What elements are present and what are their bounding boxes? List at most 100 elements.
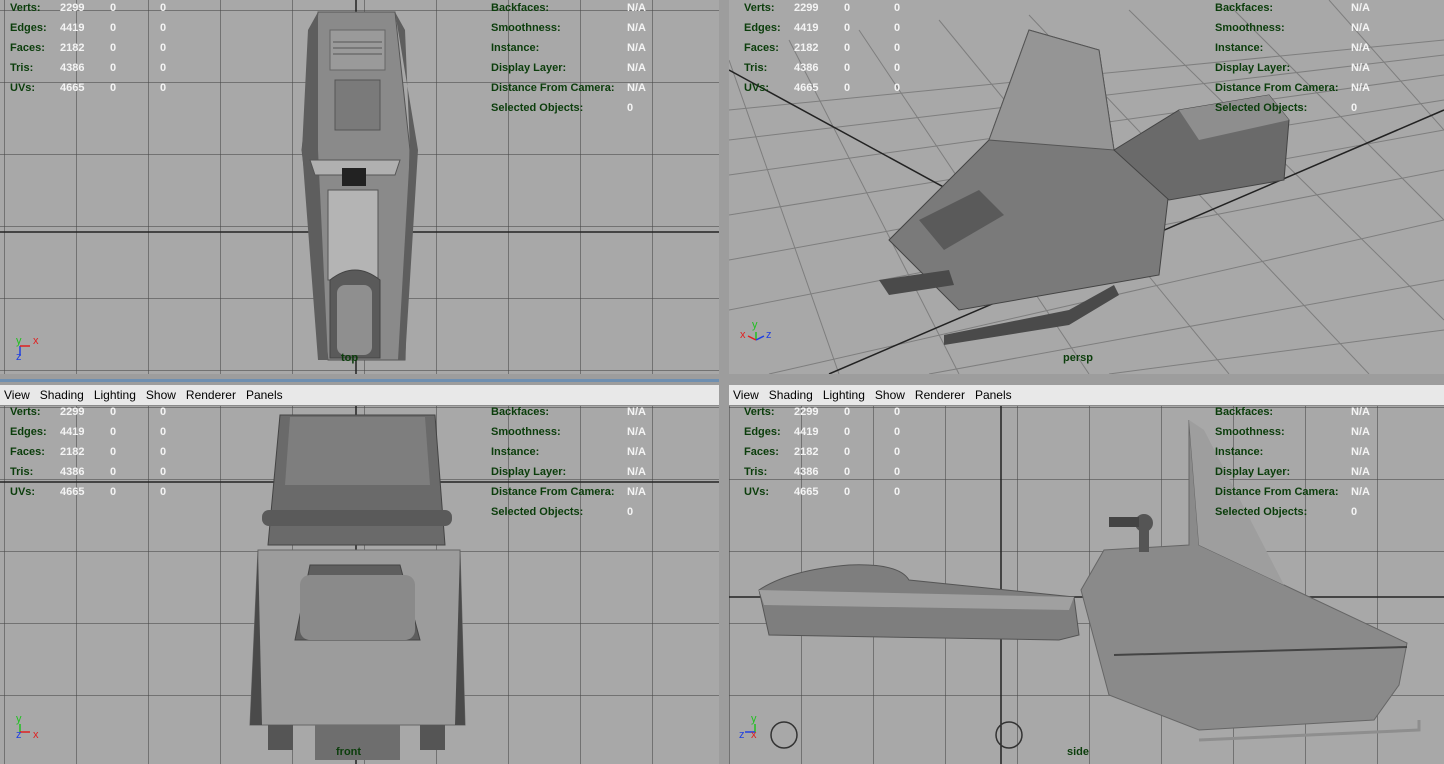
axis-x-label: x xyxy=(751,729,757,741)
viewport-side[interactable]: View Shading Lighting Show Renderer Pane… xyxy=(729,385,1444,764)
hud-value: 0 xyxy=(844,426,851,438)
hud-label: Edges: xyxy=(10,22,47,34)
hud-info-row: Selected Objects: 0 xyxy=(1215,98,1370,118)
hud-label: UVs: xyxy=(10,82,36,94)
hud-info-row: Display Layer: N/A xyxy=(1215,462,1370,482)
hud-row-uvs: UVs: 4665 0 0 xyxy=(744,78,934,98)
hud-value: 0 xyxy=(110,446,117,458)
hud-info-value: 0 xyxy=(1351,506,1358,518)
hud-info-label: Backfaces: xyxy=(1215,2,1274,14)
menu-shading[interactable]: Shading xyxy=(36,388,90,402)
hud-value: 4665 xyxy=(60,82,85,94)
hud-row-edges: Edges: 4419 0 0 xyxy=(744,18,934,38)
menu-show[interactable]: Show xyxy=(142,388,182,402)
hud-label: Faces: xyxy=(10,42,45,54)
hud-info-value: N/A xyxy=(627,426,646,438)
panel-menubar: View Shading Lighting Show Renderer Pane… xyxy=(0,385,719,406)
axis-y-label: y xyxy=(752,319,758,331)
hud-label: UVs: xyxy=(10,486,36,498)
hud-value: 4386 xyxy=(794,62,819,74)
hud-info-row: Distance From Camera: N/A xyxy=(1215,78,1370,98)
hud-value: 0 xyxy=(160,42,167,54)
hud-value: 2299 xyxy=(60,2,85,14)
hud-value: 0 xyxy=(894,466,901,478)
hud-row-tris: Tris: 4386 0 0 xyxy=(744,58,934,78)
menu-panels[interactable]: Panels xyxy=(971,388,1018,402)
hud-info-label: Smoothness: xyxy=(491,22,561,34)
menu-lighting[interactable]: Lighting xyxy=(90,388,142,402)
hud-info-value: N/A xyxy=(1351,466,1370,478)
hud-value: 0 xyxy=(844,22,851,34)
menu-lighting[interactable]: Lighting xyxy=(819,388,871,402)
hud-info-value: N/A xyxy=(1351,22,1370,34)
hud-value: 4419 xyxy=(60,22,85,34)
hud-label: Edges: xyxy=(10,426,47,438)
viewport-front[interactable]: View Shading Lighting Show Renderer Pane… xyxy=(0,385,719,764)
hud-info-row: Selected Objects: 0 xyxy=(1215,502,1370,522)
hud-value: 0 xyxy=(160,62,167,74)
menu-show[interactable]: Show xyxy=(871,388,911,402)
hud-info-row: Distance From Camera: N/A xyxy=(1215,482,1370,502)
hud-label: Tris: xyxy=(10,62,34,74)
hud-info-row: Display Layer: N/A xyxy=(491,58,646,78)
panel-menubar: View Shading Lighting Show Renderer Pane… xyxy=(729,385,1444,406)
menu-panels[interactable]: Panels xyxy=(242,388,289,402)
hud-value: 0 xyxy=(160,426,167,438)
menu-view[interactable]: View xyxy=(0,388,36,402)
viewport-separator-vertical[interactable] xyxy=(719,0,729,764)
hud-row-tris: Tris: 4386 0 0 xyxy=(10,462,200,482)
hud-row-verts: Verts: 2299 0 0 xyxy=(744,0,934,18)
viewport-top[interactable]: Verts: 2299 0 0 Edges: 4419 0 0 Faces: 2182 0 0 T… xyxy=(0,0,719,374)
hud-value: 2182 xyxy=(794,42,819,54)
axis-x-label: x xyxy=(33,335,39,347)
hud-object-info: Backfaces: N/A Smoothness: N/A Instance: N/… xyxy=(491,402,646,522)
hud-info-label: Display Layer: xyxy=(1215,62,1291,74)
hud-value: 0 xyxy=(160,486,167,498)
menu-renderer[interactable]: Renderer xyxy=(182,388,242,402)
hud-value: 0 xyxy=(894,446,901,458)
hud-value: 0 xyxy=(160,82,167,94)
hud-row-verts: Verts: 2299 0 0 xyxy=(10,0,200,18)
hud-info-row: Display Layer: N/A xyxy=(491,462,646,482)
viewport-persp[interactable]: Verts: 2299 0 0 Edges: 4419 0 0 Faces: 2182 0 0 T… xyxy=(729,0,1444,374)
hud-info-value: N/A xyxy=(627,466,646,478)
hud-row-faces: Faces: 2182 0 0 xyxy=(744,38,934,58)
axis-y-label: y xyxy=(751,713,757,725)
hud-info-row: Smoothness: N/A xyxy=(1215,18,1370,38)
hud-label: Faces: xyxy=(10,446,45,458)
hud-object-info: Backfaces: N/A Smoothness: N/A Instance: N/… xyxy=(1215,402,1370,522)
hud-info-row: Instance: N/A xyxy=(1215,442,1370,462)
hud-row-uvs: UVs: 4665 0 0 xyxy=(10,482,200,502)
hud-row-uvs: UVs: 4665 0 0 xyxy=(10,78,200,98)
hud-info-value: N/A xyxy=(1351,42,1370,54)
camera-label-persp: persp xyxy=(1063,352,1093,364)
axis-gizmo-icon: y x z xyxy=(16,335,39,363)
hud-label: Faces: xyxy=(744,42,779,54)
hud-info-label: Display Layer: xyxy=(491,466,567,478)
hud-value: 4419 xyxy=(60,426,85,438)
menu-shading[interactable]: Shading xyxy=(765,388,819,402)
axis-x-label: x xyxy=(33,729,39,741)
hud-info-value: N/A xyxy=(627,2,646,14)
axis-z-label: z xyxy=(16,351,22,363)
hud-poly-stats: Verts: 2299 0 0 Edges: 4419 0 0 Faces: 2182 0 0 T… xyxy=(10,402,200,502)
menu-view[interactable]: View xyxy=(729,388,765,402)
hud-info-label: Distance From Camera: xyxy=(491,82,615,94)
hud-value: 0 xyxy=(844,486,851,498)
hud-value: 0 xyxy=(160,466,167,478)
menu-renderer[interactable]: Renderer xyxy=(911,388,971,402)
hud-info-label: Selected Objects: xyxy=(491,506,584,518)
hud-value: 0 xyxy=(160,446,167,458)
hud-row-tris: Tris: 4386 0 0 xyxy=(744,462,934,482)
hud-poly-stats: Verts: 2299 0 0 Edges: 4419 0 0 Faces: 2182 0 0 T… xyxy=(744,402,934,502)
hud-value: 0 xyxy=(894,426,901,438)
hud-value: 0 xyxy=(844,42,851,54)
hud-info-label: Selected Objects: xyxy=(1215,102,1308,114)
hud-value: 4665 xyxy=(794,486,819,498)
hud-row-edges: Edges: 4419 0 0 xyxy=(10,18,200,38)
hud-poly-stats: Verts: 2299 0 0 Edges: 4419 0 0 Faces: 2182 0 0 T… xyxy=(10,0,200,98)
hud-value: 2182 xyxy=(794,446,819,458)
hud-info-value: N/A xyxy=(627,82,646,94)
hud-info-label: Display Layer: xyxy=(491,62,567,74)
hud-poly-stats: Verts: 2299 0 0 Edges: 4419 0 0 Faces: 2182 0 0 T… xyxy=(744,0,934,98)
